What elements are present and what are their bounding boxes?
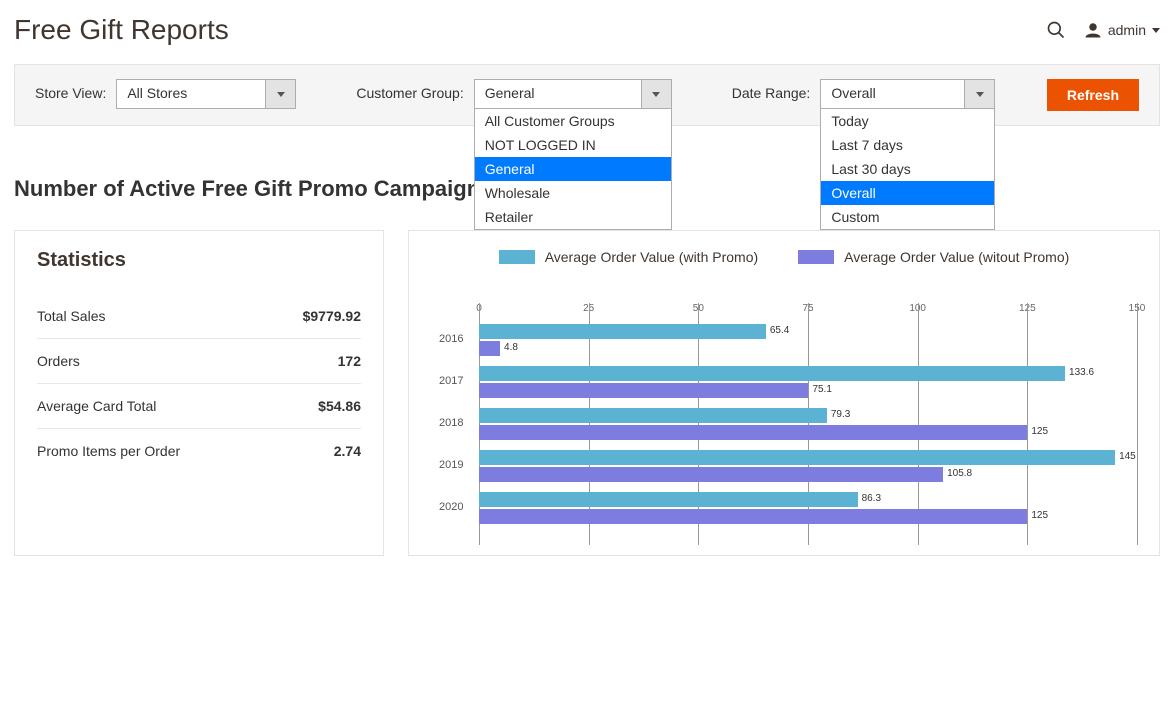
- store-view-label: Store View:: [35, 79, 106, 101]
- stat-row: Promo Items per Order 2.74: [37, 429, 361, 473]
- stat-value: $9779.92: [303, 308, 361, 324]
- x-tick: 100: [909, 303, 926, 314]
- stat-value: 2.74: [334, 443, 361, 459]
- stat-label: Average Card Total: [37, 398, 156, 414]
- bar-value-label: 125: [1031, 426, 1048, 437]
- bar-row: 202086.3125: [479, 489, 1137, 531]
- customer-group-label: Customer Group:: [356, 79, 463, 101]
- bar: 105.8: [479, 467, 943, 482]
- bar: 4.8: [479, 341, 500, 356]
- date-range-select[interactable]: Overall: [820, 79, 995, 109]
- bar-row: 201879.3125: [479, 405, 1137, 447]
- bar-value-label: 145: [1119, 451, 1136, 462]
- x-tick: 25: [583, 303, 594, 314]
- customer-group-options: All Customer GroupsNOT LOGGED INGeneralW…: [474, 109, 672, 230]
- chevron-down-icon: [265, 80, 295, 108]
- bar: 75.1: [479, 383, 808, 398]
- user-label: admin: [1108, 22, 1146, 38]
- bar-value-label: 133.6: [1069, 367, 1094, 378]
- bar: 125: [479, 509, 1027, 524]
- chart-area: 0255075100125150 201665.44.82017133.675.…: [431, 285, 1137, 537]
- customer-group-filter: Customer Group: General All Customer Gro…: [356, 79, 671, 109]
- bar: 86.3: [479, 492, 858, 507]
- x-tick: 150: [1129, 303, 1146, 314]
- legend-swatch: [798, 250, 834, 264]
- bar-value-label: 79.3: [831, 409, 850, 420]
- bar-value-label: 65.4: [770, 325, 789, 336]
- chevron-down-icon: [964, 80, 994, 108]
- bar-row: 2019145105.8: [479, 447, 1137, 489]
- page-title: Free Gift Reports: [14, 14, 229, 46]
- chevron-down-icon: [641, 80, 671, 108]
- date-range-option[interactable]: Overall: [821, 181, 994, 205]
- date-range-filter: Date Range: Overall TodayLast 7 daysLast…: [732, 79, 996, 109]
- date-range-label: Date Range:: [732, 79, 811, 101]
- top-bar: Free Gift Reports admin: [14, 10, 1160, 64]
- legend-label: Average Order Value (witout Promo): [844, 249, 1069, 265]
- chart-bars: 201665.44.82017133.675.1201879.312520191…: [479, 321, 1137, 531]
- stat-row: Orders 172: [37, 339, 361, 384]
- customer-group-select[interactable]: General: [474, 79, 672, 109]
- x-tick: 75: [802, 303, 813, 314]
- date-range-option[interactable]: Last 7 days: [821, 133, 994, 157]
- customer-group-option[interactable]: Retailer: [475, 205, 671, 229]
- customer-group-option[interactable]: NOT LOGGED IN: [475, 133, 671, 157]
- chart-x-axis: 0255075100125150: [479, 303, 1137, 317]
- chart-legend: Average Order Value (with Promo) Average …: [431, 249, 1137, 265]
- stat-label: Promo Items per Order: [37, 443, 180, 459]
- bar: 133.6: [479, 366, 1065, 381]
- stat-label: Orders: [37, 353, 80, 369]
- customer-group-option[interactable]: Wholesale: [475, 181, 671, 205]
- customer-group-option[interactable]: General: [475, 157, 671, 181]
- legend-swatch: [499, 250, 535, 264]
- stat-label: Total Sales: [37, 308, 105, 324]
- bar-value-label: 105.8: [947, 468, 972, 479]
- stat-row: Average Card Total $54.86: [37, 384, 361, 429]
- y-category-label: 2017: [439, 375, 463, 387]
- x-tick: 50: [693, 303, 704, 314]
- date-range-option[interactable]: Last 30 days: [821, 157, 994, 181]
- legend-item: Average Order Value (witout Promo): [798, 249, 1069, 265]
- store-view-select[interactable]: All Stores: [116, 79, 296, 109]
- store-view-filter: Store View: All Stores: [35, 79, 296, 109]
- filter-bar: Store View: All Stores Customer Group: G…: [14, 64, 1160, 126]
- x-tick: 125: [1019, 303, 1036, 314]
- x-tick: 0: [476, 303, 482, 314]
- stat-value: $54.86: [318, 398, 361, 414]
- bar-value-label: 75.1: [812, 384, 831, 395]
- date-range-option[interactable]: Custom: [821, 205, 994, 229]
- bar-value-label: 4.8: [504, 342, 518, 353]
- bar-value-label: 86.3: [862, 493, 881, 504]
- y-category-label: 2019: [439, 459, 463, 471]
- bar: 125: [479, 425, 1027, 440]
- bar: 145: [479, 450, 1115, 465]
- panels-row: Statistics Total Sales $9779.92 Orders 172 A…: [14, 230, 1160, 556]
- date-range-option[interactable]: Today: [821, 109, 994, 133]
- refresh-button[interactable]: Refresh: [1047, 79, 1139, 111]
- user-icon: [1084, 21, 1102, 39]
- y-category-label: 2016: [439, 333, 463, 345]
- statistics-title: Statistics: [37, 249, 361, 272]
- chevron-down-icon: [1152, 28, 1160, 33]
- bar-value-label: 125: [1031, 510, 1048, 521]
- bar-row: 201665.44.8: [479, 321, 1137, 363]
- bar: 65.4: [479, 324, 766, 339]
- y-category-label: 2018: [439, 417, 463, 429]
- statistics-panel: Statistics Total Sales $9779.92 Orders 172 A…: [14, 230, 384, 556]
- search-icon[interactable]: [1046, 20, 1066, 40]
- legend-label: Average Order Value (with Promo): [545, 249, 758, 265]
- bar-row: 2017133.675.1: [479, 363, 1137, 405]
- user-menu[interactable]: admin: [1084, 21, 1160, 39]
- legend-item: Average Order Value (with Promo): [499, 249, 758, 265]
- customer-group-option[interactable]: All Customer Groups: [475, 109, 671, 133]
- stat-value: 172: [338, 353, 361, 369]
- y-category-label: 2020: [439, 501, 463, 513]
- chart-panel: Average Order Value (with Promo) Average …: [408, 230, 1160, 556]
- date-range-options: TodayLast 7 daysLast 30 daysOverallCusto…: [820, 109, 995, 230]
- bar: 79.3: [479, 408, 827, 423]
- stat-row: Total Sales $9779.92: [37, 294, 361, 339]
